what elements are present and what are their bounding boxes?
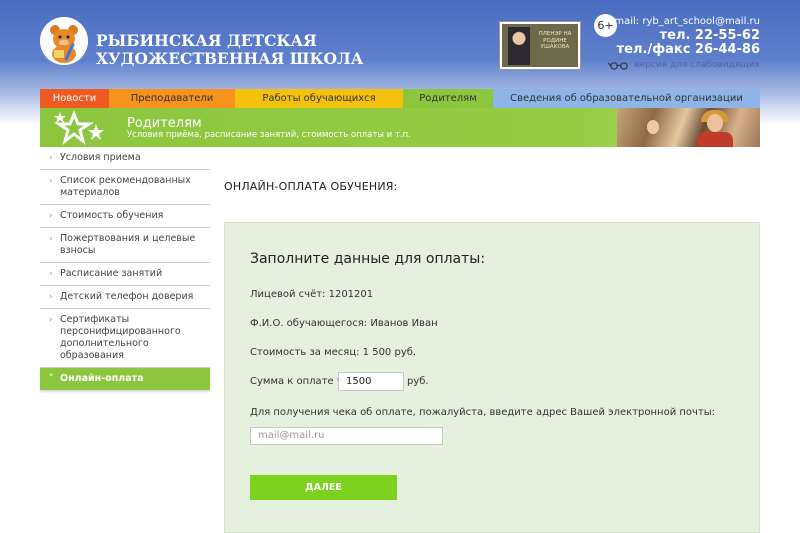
sidebar-item-donations[interactable]: › Пожертвования и целевые взносы (40, 228, 210, 263)
contact-fax: тел./факс 26-44-86 (616, 42, 760, 57)
email-prompt: Для получения чека об оплате, пожалуйста… (250, 407, 716, 418)
photo-coat (697, 132, 733, 147)
chevron-down-icon: ˅ (49, 374, 54, 384)
email-field[interactable]: mail@mail.ru (250, 427, 443, 445)
nav-item-teachers[interactable]: Преподаватели (109, 89, 235, 108)
chevron-right-icon: › (49, 315, 53, 325)
stars-icon (54, 109, 104, 145)
section-banner: Родителям Условия приёма, расписание зан… (40, 108, 760, 147)
chevron-right-icon: › (49, 234, 53, 244)
sum-input[interactable]: 1500 (338, 372, 404, 391)
section-subtitle: Условия приёма, расписание занятий, стои… (127, 130, 411, 140)
bear-logo-icon (40, 17, 88, 65)
sidebar-menu: › Условия приема › Список рекомендованны… (40, 147, 210, 390)
school-name-line1: Рыбинская детская (96, 31, 317, 50)
next-button[interactable]: Далее (250, 475, 397, 500)
photo-woman-face (707, 114, 723, 132)
sidebar-item-label: Пожертвования и целевые взносы (60, 233, 196, 256)
student-name: Ф.И.О. обучающегося: Иванов Иван (250, 318, 438, 329)
sidebar-item-label: Сертификаты персонифицированного дополни… (60, 314, 181, 361)
school-name[interactable]: Рыбинская детская художественная школа (96, 32, 363, 68)
sum-label: Сумма к оплате * (250, 376, 342, 387)
sidebar-item-tuition[interactable]: › Стоимость обучения (40, 205, 210, 228)
section-photo (617, 108, 760, 147)
contact-email[interactable]: email: ryb_art_school@mail.ru (608, 16, 760, 27)
nav-item-parents[interactable]: Родителям (403, 89, 493, 108)
sidebar-item-label: Стоимость обучения (60, 210, 164, 221)
sidebar-item-admission[interactable]: › Условия приема (40, 147, 210, 170)
contact-phone: тел. 22-55-62 (659, 28, 760, 43)
sidebar-item-label: Расписание занятий (60, 268, 163, 279)
chevron-right-icon: › (49, 153, 53, 163)
sidebar-item-certificates[interactable]: › Сертификаты персонифицированного допол… (40, 309, 210, 368)
glasses-icon (608, 61, 629, 70)
main-nav: Новости Преподаватели Работы обучающихся… (40, 89, 760, 108)
school-logo[interactable] (40, 17, 88, 65)
sidebar-item-online-payment[interactable]: ˅ Онлайн-оплата (40, 368, 210, 390)
chevron-right-icon: › (49, 176, 53, 186)
nav-item-news[interactable]: Новости (40, 89, 109, 108)
sidebar-item-materials[interactable]: › Список рекомендованных материалов (40, 170, 210, 205)
nav-item-org-info[interactable]: Сведения об образовательной организации (493, 89, 760, 108)
portrait-image (508, 27, 530, 65)
banner-image: Пленэр на родине Ушакова (502, 24, 578, 67)
nav-item-works[interactable]: Работы обучающихся (235, 89, 403, 108)
low-vision-label: версия для слабовидящих (634, 60, 760, 70)
plein-air-banner[interactable]: Пленэр на родине Ушакова (499, 21, 581, 70)
sidebar-item-helpline[interactable]: › Детский телефон доверия (40, 286, 210, 309)
school-name-line2: художественная школа (96, 49, 364, 68)
photo-child-face (647, 120, 659, 134)
low-vision-link[interactable]: версия для слабовидящих (608, 60, 760, 70)
sidebar-item-label: Детский телефон доверия (60, 291, 194, 302)
sidebar-item-label: Онлайн-оплата (60, 373, 144, 384)
chevron-right-icon: › (49, 269, 53, 279)
sidebar-item-label: Список рекомендованных материалов (60, 175, 191, 198)
form-title: Заполните данные для оплаты: (250, 251, 486, 267)
chevron-right-icon: › (49, 211, 53, 221)
chevron-right-icon: › (49, 292, 53, 302)
sidebar-item-label: Условия приема (60, 152, 141, 163)
monthly-cost: Стоимость за месяц: 1 500 руб. (250, 347, 417, 358)
account-number: Лицевой счёт: 1201201 (250, 289, 374, 300)
sidebar-item-schedule[interactable]: › Расписание занятий (40, 263, 210, 286)
sum-unit: руб. (407, 376, 429, 387)
page-title: Онлайн-оплата обучения: (224, 180, 398, 193)
section-title: Родителям (127, 116, 202, 131)
payment-form: Заполните данные для оплаты: Лицевой счё… (224, 222, 760, 533)
banner-text: Пленэр на родине Ушакова (538, 31, 572, 50)
